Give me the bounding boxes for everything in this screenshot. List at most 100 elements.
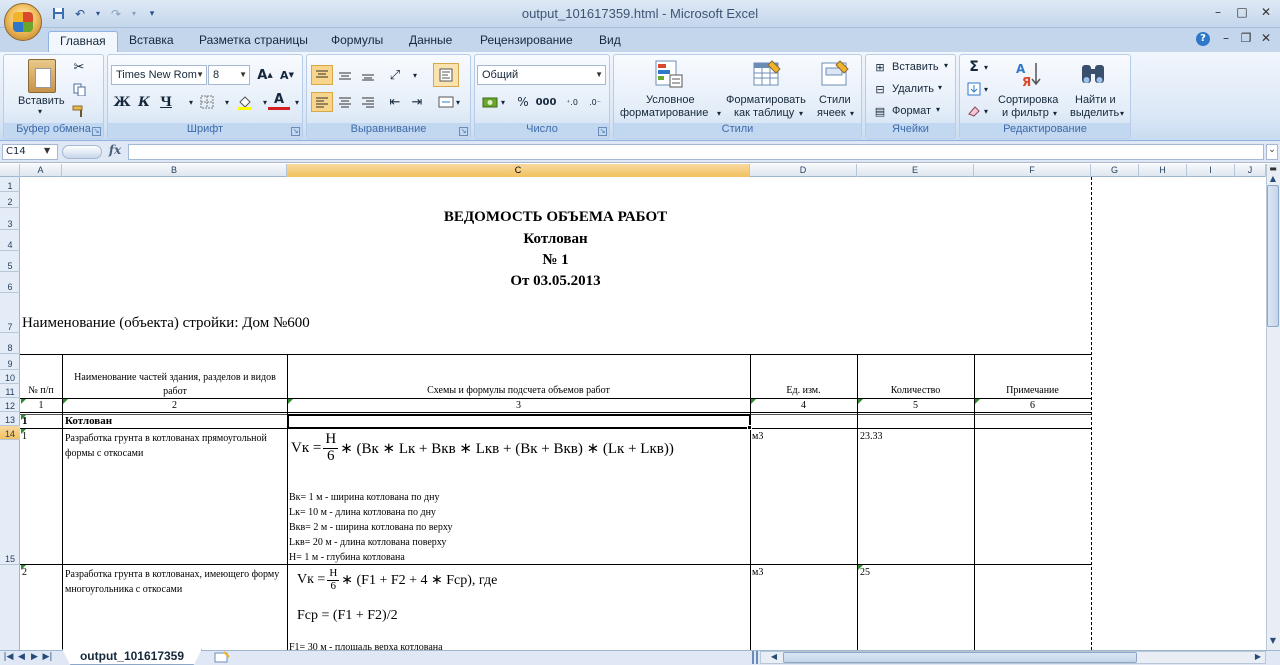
conditional-formatting-label[interactable]: Условное — [646, 94, 695, 106]
doc-minimize-button[interactable]: – — [1216, 31, 1236, 47]
sort-dropdown-icon[interactable]: ▾ — [1053, 109, 1057, 118]
scroll-left-icon[interactable]: ◀ — [768, 652, 780, 663]
column-header[interactable]: G — [1091, 164, 1139, 177]
active-cell-C14[interactable] — [287, 414, 751, 429]
first-sheet-icon[interactable]: |◀ — [3, 650, 14, 664]
column-header[interactable]: A — [20, 164, 62, 177]
format-painter-icon[interactable] — [68, 101, 90, 121]
tab-home[interactable]: Главная — [48, 31, 118, 52]
column-header[interactable]: E — [857, 164, 974, 177]
expand-formula-bar-icon[interactable]: ⌄ — [1266, 144, 1278, 160]
split-box-icon[interactable]: ▬ — [1267, 164, 1279, 174]
tab-page-layout[interactable]: Разметка страницы — [188, 31, 319, 52]
horizontal-scroll-thumb[interactable] — [783, 652, 1137, 663]
orientation-icon[interactable]: ⤢ — [384, 65, 406, 85]
format-as-table-label-2[interactable]: как таблицу — [734, 107, 794, 119]
row-header[interactable]: 11 — [0, 384, 20, 398]
format-dropdown-icon[interactable]: ▾ — [936, 105, 940, 114]
column-header[interactable]: D — [750, 164, 857, 177]
align-left-icon[interactable] — [311, 92, 333, 112]
find-select-label[interactable]: Найти и — [1075, 94, 1116, 106]
scroll-right-icon[interactable]: ▶ — [1252, 652, 1264, 663]
column-header[interactable]: F — [974, 164, 1091, 177]
insert-function-button[interactable]: fx — [104, 143, 126, 161]
doc-restore-button[interactable]: ❐ — [1236, 31, 1256, 47]
tab-formulas[interactable]: Формулы — [320, 31, 394, 52]
wrap-text-icon[interactable] — [433, 63, 459, 87]
align-bottom-icon[interactable] — [357, 65, 379, 85]
format-cells-button[interactable]: Формат — [892, 105, 931, 117]
copy-icon[interactable] — [68, 79, 90, 99]
cell-styles-label[interactable]: Стили — [819, 94, 851, 106]
italic-button[interactable]: К — [133, 92, 155, 112]
office-button[interactable] — [4, 3, 42, 41]
tab-view[interactable]: Вид — [588, 31, 632, 52]
row-header[interactable]: 13 — [0, 412, 20, 426]
decrease-indent-icon[interactable]: ⇤ — [384, 92, 406, 112]
align-center-icon[interactable] — [334, 92, 356, 112]
doc-close-button[interactable]: ✕ — [1256, 31, 1276, 47]
autosum-dropdown-icon[interactable]: ▾ — [980, 57, 992, 77]
last-sheet-icon[interactable]: ▶| — [42, 650, 53, 664]
find-select-icon[interactable] — [1078, 61, 1108, 89]
select-all-button[interactable] — [0, 164, 20, 177]
prev-sheet-icon[interactable]: ◀ — [16, 650, 27, 664]
shrink-font-icon[interactable]: A ▼ — [276, 65, 298, 85]
format-as-table-label[interactable]: Форматировать — [726, 94, 806, 106]
format-cells-icon[interactable]: ▤ — [869, 101, 891, 121]
insert-cells-icon[interactable]: ⊞ — [869, 57, 891, 77]
format-as-table-icon[interactable] — [752, 59, 782, 89]
clipboard-launcher-icon[interactable]: ↘ — [92, 127, 101, 136]
cell-styles-icon[interactable] — [820, 59, 850, 89]
increase-indent-icon[interactable]: ⇥ — [406, 92, 428, 112]
format-as-table-dropdown-icon[interactable]: ▾ — [799, 109, 803, 118]
formula-input[interactable] — [128, 144, 1264, 160]
cell-styles-label-2[interactable]: ячеек — [817, 107, 846, 119]
align-right-icon[interactable] — [357, 92, 379, 112]
delete-dropdown-icon[interactable]: ▾ — [938, 83, 942, 92]
insert-dropdown-icon[interactable]: ▾ — [944, 61, 948, 70]
orientation-dropdown-icon[interactable]: ▾ — [404, 65, 426, 85]
next-sheet-icon[interactable]: ▶ — [29, 650, 40, 664]
column-header[interactable]: I — [1187, 164, 1235, 177]
paste-icon[interactable] — [28, 59, 56, 93]
decrease-decimal-icon[interactable]: .0⁻ — [584, 92, 606, 112]
tab-split-handle[interactable] — [752, 651, 758, 664]
align-middle-icon[interactable] — [334, 65, 356, 85]
fill-color-icon[interactable] — [234, 92, 256, 112]
column-header-selected[interactable]: C — [287, 164, 750, 177]
conditional-formatting-icon[interactable] — [654, 59, 684, 89]
borders-icon[interactable] — [196, 92, 218, 112]
row-header[interactable]: 3 — [0, 208, 20, 230]
scroll-down-icon[interactable]: ▼ — [1267, 636, 1279, 648]
minimize-button[interactable]: – — [1208, 5, 1228, 21]
row-header[interactable]: 6 — [0, 272, 20, 293]
formula-bar-divider-handle[interactable] — [62, 145, 102, 159]
row-header[interactable]: 5 — [0, 251, 20, 272]
vertical-scroll-thumb[interactable] — [1267, 185, 1279, 327]
tab-insert[interactable]: Вставка — [118, 31, 185, 52]
column-header[interactable]: J — [1235, 164, 1266, 177]
scroll-up-icon[interactable]: ▲ — [1267, 174, 1279, 185]
row-header[interactable]: 2 — [0, 192, 20, 208]
alignment-launcher-icon[interactable]: ↘ — [459, 127, 468, 136]
maximize-button[interactable]: □ — [1232, 5, 1252, 21]
font-name-select[interactable]: Times New Rom ▼ — [111, 65, 207, 85]
fill-dropdown-icon[interactable]: ▾ — [980, 79, 992, 99]
row-header[interactable]: 8 — [0, 333, 20, 354]
row-header[interactable]: 15 — [0, 440, 20, 565]
name-box-dropdown-icon[interactable]: ▼ — [44, 146, 50, 155]
align-top-icon[interactable] — [311, 65, 333, 85]
row-header[interactable]: 12 — [0, 398, 20, 412]
row-header[interactable]: 4 — [0, 230, 20, 251]
sheet-tab[interactable]: output_101617359 — [62, 649, 202, 665]
help-icon[interactable]: ? — [1196, 32, 1210, 46]
row-header[interactable]: 9 — [0, 354, 20, 370]
paste-dropdown-icon[interactable]: ▾ — [38, 107, 42, 116]
delete-cells-button[interactable]: Удалить — [892, 83, 934, 95]
number-format-select[interactable]: Общий ▼ — [477, 65, 606, 85]
insert-sheet-icon[interactable] — [212, 651, 232, 664]
tab-data[interactable]: Данные — [398, 31, 463, 52]
row-header[interactable]: 7 — [0, 293, 20, 333]
paste-button[interactable]: Вставить — [18, 95, 65, 107]
